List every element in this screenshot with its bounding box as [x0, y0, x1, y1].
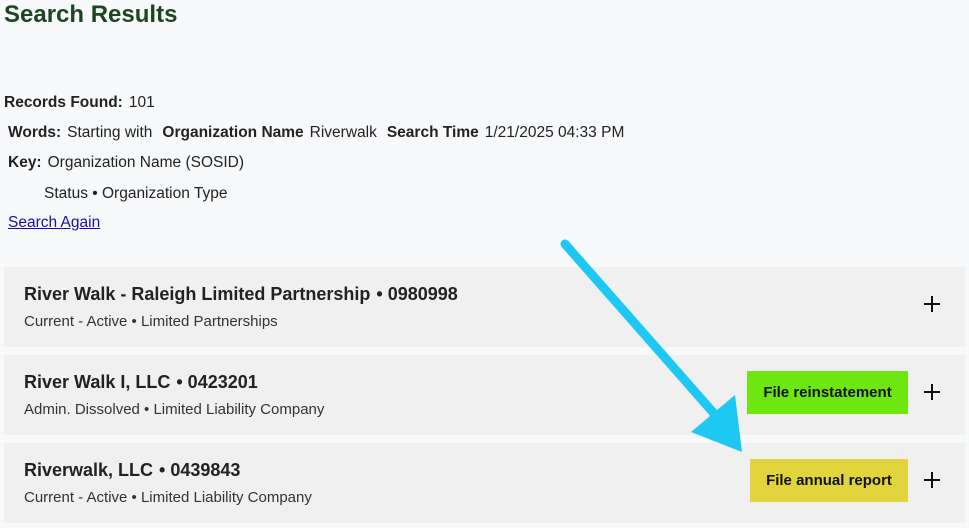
org-name: River Walk - Raleigh Limited Partnership — [24, 284, 371, 304]
org-status-type: Admin. Dissolved • Limited Liability Com… — [24, 401, 325, 418]
key-line1-text: Organization Name (SOSID) — [47, 154, 245, 171]
result-name: Riverwalk, LLC • 0439843 — [24, 460, 240, 481]
words-value: Starting with — [67, 124, 153, 141]
field-label: Organization Name — [162, 124, 304, 141]
result-name: River Walk - Raleigh Limited Partnership… — [24, 284, 458, 305]
org-status-type: Current - Active • Limited Partnerships — [24, 313, 278, 330]
expand-plus-icon[interactable] — [923, 295, 941, 313]
org-name: Riverwalk, LLC — [24, 460, 154, 480]
org-sosid: • 0423201 — [176, 372, 258, 392]
file-annual-report-button[interactable]: File annual report — [750, 459, 908, 502]
records-found: Records Found: 101 — [4, 93, 165, 113]
result-row[interactable]: River Walk - Raleigh Limited Partnership… — [4, 267, 965, 347]
records-found-value: 101 — [128, 94, 155, 111]
key-label: Key: — [8, 154, 42, 171]
search-words: Words: Starting with Organization Name Rive… — [8, 123, 634, 143]
time-label: Search Time — [386, 124, 479, 141]
expand-plus-icon[interactable] — [923, 471, 941, 489]
key-line-2: Status • Organization Type — [44, 185, 228, 202]
search-again-link[interactable]: Search Again — [8, 214, 100, 232]
result-name: River Walk I, LLC • 0423201 — [24, 372, 258, 393]
records-found-label: Records Found: — [4, 94, 123, 111]
file-reinstatement-button[interactable]: File reinstatement — [747, 371, 908, 414]
result-row[interactable]: River Walk I, LLC • 0423201 Admin. Dissol… — [4, 355, 965, 435]
key-line-1: Key: Organization Name (SOSID) — [8, 153, 254, 173]
expand-plus-icon[interactable] — [923, 383, 941, 401]
org-status-type: Current - Active • Limited Liability Com… — [24, 489, 312, 506]
field-value: Riverwalk — [309, 124, 377, 141]
result-row[interactable]: Riverwalk, LLC • 0439843 Current - Active… — [4, 443, 965, 523]
org-sosid: • 0439843 — [159, 460, 241, 480]
search-results-page: Search Results Records Found: 101 Words: S… — [0, 0, 969, 528]
org-name: River Walk I, LLC — [24, 372, 171, 392]
time-value: 1/21/2025 04:33 PM — [484, 124, 625, 141]
org-sosid: • 0980998 — [376, 284, 458, 304]
page-title: Search Results — [4, 1, 178, 28]
words-label: Words: — [8, 124, 62, 141]
